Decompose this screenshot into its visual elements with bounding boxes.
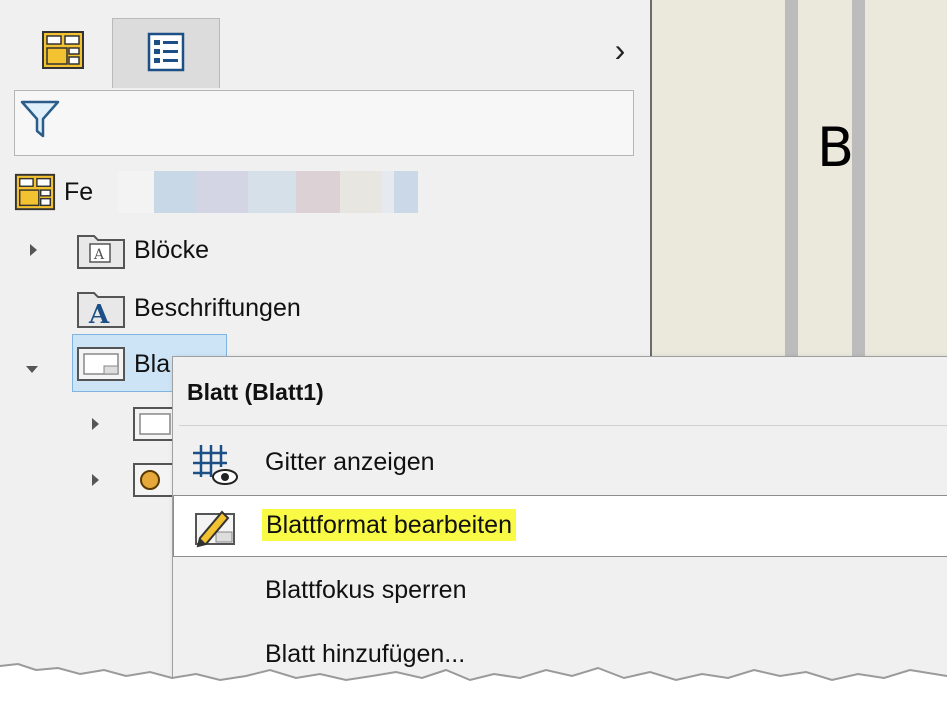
blur-segment: [196, 171, 248, 213]
blur-segment: [382, 171, 394, 213]
blocks-folder-icon: A: [77, 235, 125, 269]
menu-item-gitter-anzeigen[interactable]: Gitter anzeigen: [173, 433, 947, 495]
menu-item-label-wrap: Blattformat bearbeiten: [262, 509, 516, 541]
tree-item-label: Beschriftungen: [134, 293, 301, 322]
tree-item-bloecke[interactable]: A Blöcke: [76, 228, 209, 272]
menu-item-blattformat-bearbeiten[interactable]: Blattformat bearbeiten: [173, 495, 947, 557]
drawing-root-icon: [14, 173, 56, 211]
filter-funnel-icon[interactable]: [19, 99, 61, 139]
grid-eye-icon: [193, 445, 238, 485]
zone-letter: B: [817, 116, 855, 179]
redacted-name-blur: [118, 171, 418, 213]
blur-segment: [154, 171, 196, 213]
property-manager-icon: [147, 32, 185, 71]
menu-item-label: Gitter anzeigen: [265, 448, 435, 476]
panel-expand-chevron-icon[interactable]: ›: [605, 30, 635, 70]
blur-segment: [296, 171, 340, 213]
sheet-icon: [77, 347, 125, 381]
blur-segment: [394, 171, 418, 213]
expand-arrow-icon[interactable]: [92, 418, 99, 430]
blur-segment: [340, 171, 382, 213]
tree-root-label: Fe: [64, 177, 94, 206]
tree-item-blatt[interactable]: Bla: [76, 342, 170, 386]
blur-segment: [118, 171, 154, 213]
filter-bar[interactable]: [14, 90, 634, 156]
tree-item-label: Bla: [134, 349, 171, 378]
menu-separator: [179, 425, 947, 426]
menu-item-blattfokus-sperren[interactable]: Blattfokus sperren: [173, 561, 947, 623]
tree-root-row[interactable]: Fe: [14, 170, 93, 214]
menu-item-label: Blattfokus sperren: [265, 576, 467, 604]
screenshot-frame: › Fe A Blöcke A Beschriftungen Bla B Bla…: [0, 0, 947, 702]
tab-property-manager[interactable]: [112, 18, 220, 88]
tab-feature-manager[interactable]: [14, 14, 112, 90]
feature-manager-icon: [42, 31, 84, 69]
svg-text:A: A: [93, 247, 105, 263]
context-menu-title: Blatt (Blatt1): [187, 379, 324, 405]
svg-text:A: A: [88, 300, 110, 329]
edit-sheet-format-icon: [195, 510, 235, 548]
expand-arrow-icon[interactable]: [30, 244, 37, 256]
annotations-folder-icon: A: [77, 292, 125, 329]
expand-arrow-icon[interactable]: [92, 474, 99, 486]
blur-segment: [248, 171, 296, 213]
torn-edge-decoration: [0, 662, 947, 702]
tree-item-beschriftungen[interactable]: A Beschriftungen: [76, 286, 301, 330]
menu-item-label: Blattformat bearbeiten: [262, 509, 516, 541]
tree-item-label: Blöcke: [134, 235, 210, 264]
panel-tabbar: ›: [0, 0, 650, 90]
collapse-arrow-icon[interactable]: [26, 366, 38, 373]
